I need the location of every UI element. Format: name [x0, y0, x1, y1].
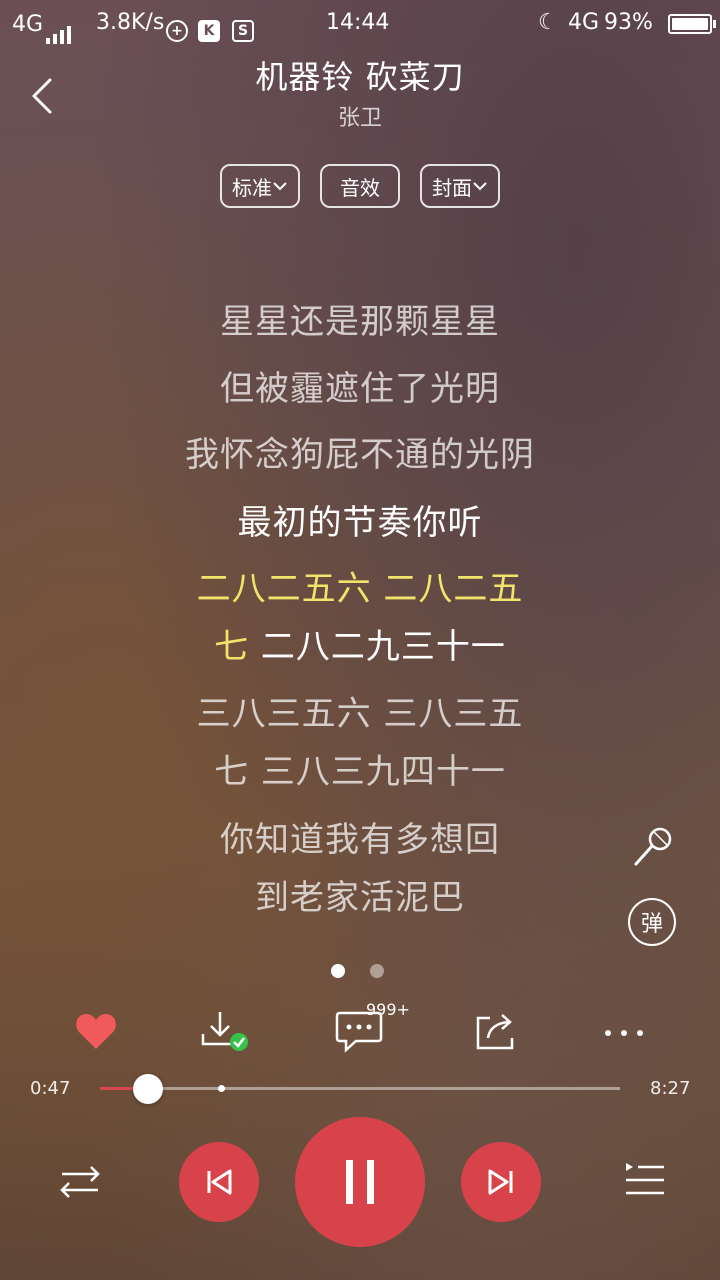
status-bar: 4G 3.8K/s + K S 14:44 ☾ 4G 93%	[0, 0, 720, 48]
cover-selector[interactable]: 封面	[420, 164, 500, 208]
lyric-line: 我怀念狗屁不通的光阴	[185, 435, 535, 475]
song-title: 机器铃 砍菜刀	[255, 58, 465, 96]
lyric-rest: 二八二九三十一	[249, 627, 506, 667]
lyric-line: 七 三八三九四十一	[214, 752, 506, 792]
lyric-line: 但被霾遮住了光明	[220, 369, 500, 409]
previous-button[interactable]	[179, 1142, 259, 1222]
next-icon	[488, 1169, 513, 1195]
artist-name[interactable]: 张卫	[0, 100, 720, 132]
lyric-line: 到老家活泥巴	[255, 878, 465, 918]
progress-knob[interactable]	[133, 1074, 163, 1104]
network-left: 4G	[12, 12, 44, 37]
heart-icon[interactable]	[74, 1010, 118, 1052]
total-time: 8:27	[650, 1078, 691, 1099]
share-icon[interactable]	[474, 1010, 518, 1052]
pause-button[interactable]	[295, 1117, 425, 1247]
danmaku-button[interactable]: 弹	[628, 898, 676, 946]
lyric-line: 最初的节奏你听	[237, 503, 483, 543]
clock: 14:44	[326, 10, 390, 35]
lyric-line: 你知道我有多想回	[220, 820, 500, 860]
battery-percent: 93%	[604, 10, 653, 35]
battery-icon	[668, 14, 716, 34]
progress-track[interactable]	[100, 1087, 620, 1090]
microphone-icon[interactable]	[630, 824, 676, 870]
lyric-line: 星星还是那颗星星	[220, 302, 500, 342]
more-icon[interactable]	[602, 1024, 646, 1036]
moon-icon: ☾	[538, 10, 558, 35]
network-right: 4G	[568, 10, 600, 35]
previous-icon	[207, 1169, 232, 1195]
lyric-line-current: 二八二五六 二八二五	[196, 569, 524, 609]
pause-icon	[346, 1160, 374, 1204]
effects-button[interactable]: 音效	[320, 164, 400, 208]
network-speed: 3.8K/s	[96, 10, 165, 35]
quality-selector[interactable]: 标准	[220, 164, 300, 208]
playlist-icon[interactable]	[624, 1160, 666, 1202]
comment-count-badge: 999+	[366, 1000, 410, 1019]
chevron-down-icon	[473, 182, 487, 191]
page-dot[interactable]	[370, 964, 384, 978]
effects-label: 音效	[340, 175, 380, 200]
shuffle-mode-icon[interactable]	[58, 1162, 104, 1202]
current-time: 0:47	[30, 1078, 71, 1099]
buffer-marker	[218, 1085, 225, 1092]
page-dot-active[interactable]	[331, 964, 345, 978]
chevron-down-icon	[273, 182, 287, 191]
danmaku-label: 弹	[640, 912, 663, 937]
quality-label: 标准	[232, 175, 272, 200]
lyric-line: 三八三五六 三八三五	[196, 694, 524, 734]
cover-label: 封面	[432, 175, 472, 200]
next-button[interactable]	[461, 1142, 541, 1222]
lyric-line-current-cont: 七 二八二九三十一	[0, 619, 720, 668]
lyric-highlight: 七	[214, 627, 250, 667]
download-icon[interactable]	[200, 1010, 252, 1054]
